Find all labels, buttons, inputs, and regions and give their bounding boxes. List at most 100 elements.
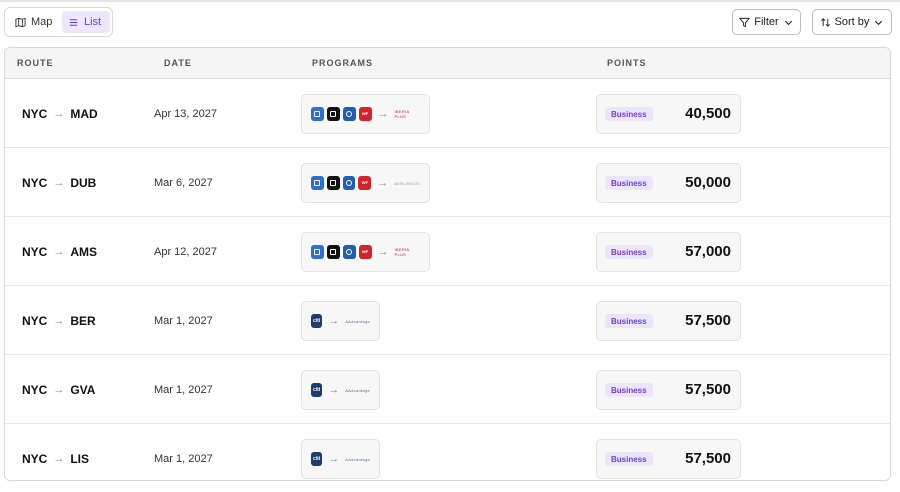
american-airlines-logo-icon: AAdvantage	[345, 387, 370, 393]
programs-cell[interactable]: citi → AAdvantage	[301, 439, 380, 479]
chase-card-icon	[342, 245, 356, 259]
list-view-label: List	[84, 16, 102, 28]
bilt-card-icon	[326, 176, 340, 190]
points-cell[interactable]: Business 50,000	[596, 163, 741, 203]
arrow-right-icon: →	[53, 315, 65, 327]
list-icon	[69, 18, 78, 26]
route: NYC → GVA	[22, 383, 95, 397]
route-destination: BER	[70, 314, 96, 328]
iberia-logo-icon: IBERIA PLUS	[394, 247, 410, 257]
points-value: 57,500	[685, 450, 731, 467]
wells-fargo-card-icon: WF	[358, 176, 372, 190]
route-destination: LIS	[70, 452, 90, 466]
arrow-right-icon: →	[53, 384, 65, 396]
table-row[interactable]: NYC → GVA Mar 1, 2027 citi → AAdvantage Busines…	[5, 355, 890, 424]
points-value: 57,500	[685, 381, 731, 398]
transfer-arrow-icon: →	[377, 177, 389, 189]
programs-cell[interactable]: WF → IBERIA PLUS	[301, 94, 430, 134]
route-origin: NYC	[22, 383, 48, 397]
list-view-button[interactable]: List	[62, 11, 110, 33]
flight-date: Mar 1, 2027	[154, 453, 213, 465]
points-cell[interactable]: Business 57,500	[596, 370, 741, 410]
route-origin: NYC	[22, 245, 48, 259]
flight-date: Apr 13, 2027	[154, 108, 217, 120]
cabin-badge: Business	[605, 107, 653, 121]
points-cell[interactable]: Business 40,500	[596, 94, 741, 134]
cabin-badge: Business	[605, 176, 653, 190]
cabin-badge: Business	[605, 314, 653, 328]
bilt-card-icon	[326, 245, 340, 259]
route-destination: AMS	[70, 245, 98, 259]
points-value: 57,500	[685, 312, 731, 329]
filter-label: Filter	[754, 16, 779, 28]
flight-date: Apr 12, 2027	[154, 246, 217, 258]
american-airlines-logo-icon: AAdvantage	[345, 318, 370, 324]
cabin-badge: Business	[605, 245, 653, 259]
table-row[interactable]: NYC → MAD Apr 13, 2027 WF → IBERIA PLUS Busines…	[5, 79, 890, 148]
chevron-down-icon	[875, 20, 883, 25]
points-cell[interactable]: Business 57,500	[596, 301, 741, 341]
transfer-arrow-icon: →	[328, 384, 340, 396]
arrow-right-icon: →	[53, 177, 65, 189]
wells-fargo-card-icon: WF	[358, 107, 372, 121]
american-airlines-logo-icon: AAdvantage	[345, 456, 370, 462]
iberia-logo-icon: IBERIA PLUS	[394, 109, 410, 119]
route: NYC → MAD	[22, 107, 98, 121]
sort-label: Sort by	[834, 16, 870, 28]
citi-card-icon: citi	[311, 383, 323, 397]
points-cell[interactable]: Business 57,500	[596, 439, 741, 479]
map-view-button[interactable]: Map	[9, 11, 61, 33]
citi-card-icon: citi	[311, 452, 323, 466]
arrow-right-icon: →	[53, 108, 65, 120]
aer-lingus-logo-icon: AERLINGUS	[394, 180, 421, 186]
filter-icon	[739, 17, 751, 27]
transfer-arrow-icon: →	[377, 108, 389, 120]
results-table: ROUTE DATE PROGRAMS POINTS NYC → MAD Apr 13…	[4, 47, 891, 481]
points-cell[interactable]: Business 57,000	[596, 232, 741, 272]
programs-cell[interactable]: WF → AERLINGUS	[301, 163, 430, 203]
sort-button[interactable]: Sort by	[812, 9, 892, 35]
column-header-date: DATE	[164, 58, 192, 68]
sort-icon	[820, 17, 830, 27]
route-destination: DUB	[70, 176, 97, 190]
toolbar: Map List Filter Sort by	[4, 7, 896, 39]
amex-card-icon	[311, 245, 324, 259]
map-view-label: Map	[31, 16, 53, 28]
table-row[interactable]: NYC → DUB Mar 6, 2027 WF → AERLINGUS Business 50…	[5, 148, 890, 217]
filter-button[interactable]: Filter	[732, 9, 801, 35]
programs-cell[interactable]: WF → IBERIA PLUS	[301, 232, 430, 272]
transfer-arrow-icon: →	[328, 453, 340, 465]
route-destination: GVA	[70, 383, 96, 397]
top-divider	[0, 0, 900, 2]
cabin-badge: Business	[605, 383, 653, 397]
route-origin: NYC	[22, 176, 48, 190]
view-toggle: Map List	[4, 7, 113, 37]
chase-card-icon	[342, 107, 356, 121]
points-value: 50,000	[685, 174, 731, 191]
table-row[interactable]: NYC → AMS Apr 12, 2027 WF → IBERIA PLUS Busines…	[5, 217, 890, 286]
flight-date: Mar 1, 2027	[154, 384, 213, 396]
amex-card-icon	[311, 107, 324, 121]
programs-cell[interactable]: citi → AAdvantage	[301, 370, 380, 410]
points-value: 40,500	[685, 105, 731, 122]
table-row[interactable]: NYC → LIS Mar 1, 2027 citi → AAdvantage Busines…	[5, 424, 890, 480]
column-header-route: ROUTE	[17, 58, 54, 68]
route-destination: MAD	[70, 107, 98, 121]
transfer-arrow-icon: →	[377, 246, 389, 258]
table-row[interactable]: NYC → BER Mar 1, 2027 citi → AAdvantage Busines…	[5, 286, 890, 355]
table-header: ROUTE DATE PROGRAMS POINTS	[5, 48, 890, 79]
flight-date: Mar 1, 2027	[154, 315, 213, 327]
wells-fargo-card-icon: WF	[358, 245, 372, 259]
map-icon	[15, 17, 26, 27]
route: NYC → LIS	[22, 452, 89, 466]
flight-date: Mar 6, 2027	[154, 177, 213, 189]
arrow-right-icon: →	[53, 246, 65, 258]
arrow-right-icon: →	[53, 453, 65, 465]
programs-cell[interactable]: citi → AAdvantage	[301, 301, 380, 341]
route-origin: NYC	[22, 314, 48, 328]
route-origin: NYC	[22, 452, 48, 466]
column-header-programs: PROGRAMS	[312, 58, 374, 68]
amex-card-icon	[311, 176, 324, 190]
citi-card-icon: citi	[311, 314, 323, 328]
chase-card-icon	[342, 176, 356, 190]
